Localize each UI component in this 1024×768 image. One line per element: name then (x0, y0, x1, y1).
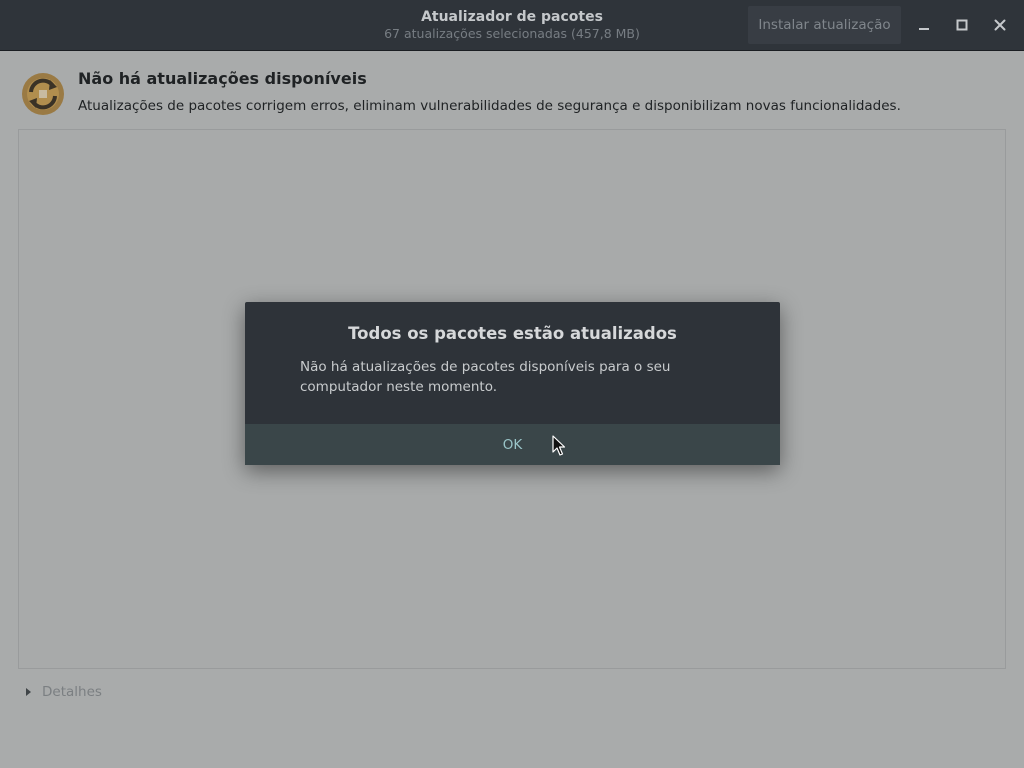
maximize-button[interactable] (950, 13, 974, 37)
ok-button[interactable]: OK (245, 424, 780, 465)
title-bar[interactable]: Atualizador de pacotes 67 atualizações s… (0, 0, 1024, 51)
dialog-message: Não há atualizações de pacotes disponíve… (300, 359, 671, 395)
install-update-button[interactable]: Instalar atualização (748, 6, 901, 44)
info-dialog: Todos os pacotes estão atualizados Não h… (245, 302, 780, 465)
mouse-cursor-icon (552, 435, 566, 456)
minimize-icon (919, 28, 929, 30)
details-label: Detalhes (42, 684, 102, 700)
status-heading: Não há atualizações disponíveis (78, 69, 367, 88)
details-expander[interactable]: Detalhes (26, 684, 102, 700)
expander-arrow-icon (26, 688, 31, 696)
close-icon (994, 19, 1006, 31)
close-button[interactable] (988, 13, 1012, 37)
maximize-icon (956, 19, 968, 31)
dialog-title: Todos os pacotes estão atualizados (348, 324, 677, 343)
status-description: Atualizações de pacotes corrigem erros, … (78, 98, 901, 114)
software-update-icon (20, 71, 66, 117)
minimize-button[interactable] (912, 13, 936, 37)
